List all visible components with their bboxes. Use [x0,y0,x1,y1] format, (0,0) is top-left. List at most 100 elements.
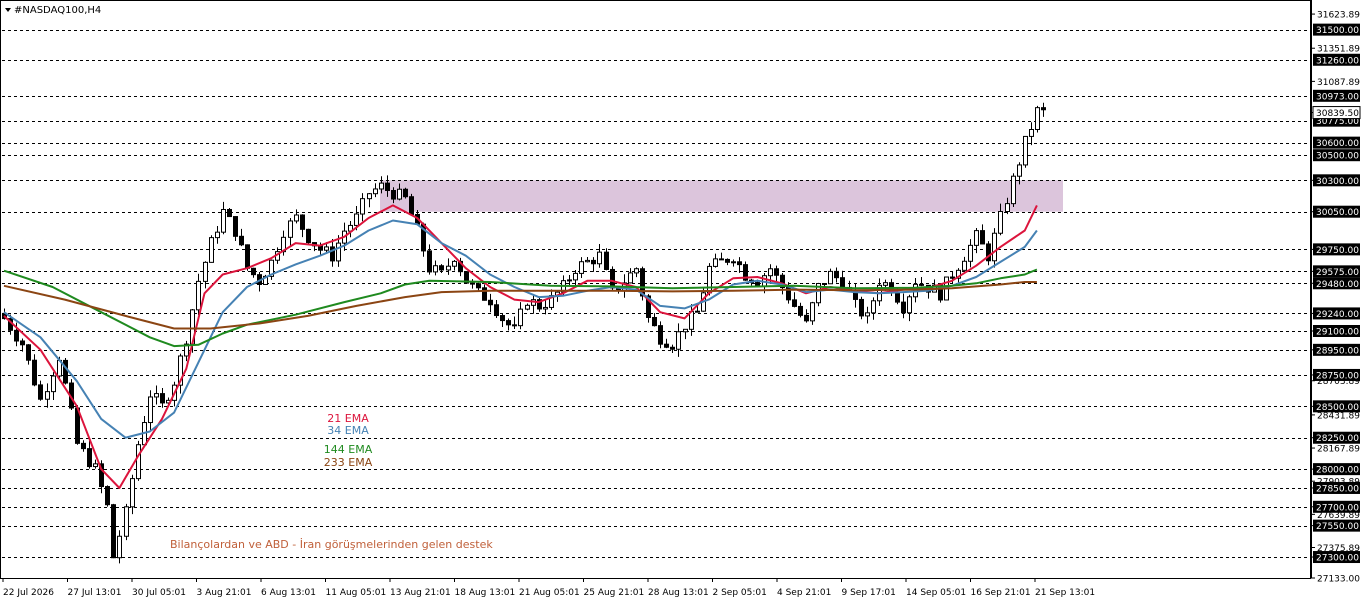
level-tag-13: 28950.00 [1316,346,1359,356]
level-tag-4: 30600.00 [1316,139,1359,149]
candle-body-86 [525,304,530,310]
price-tick-label-2: 31087.89 [1317,78,1360,88]
candle-body-137 [834,270,839,279]
candle-body-58 [354,213,359,226]
candle-body-133 [810,302,815,322]
candle-body-17 [105,486,110,506]
candle-body-47 [288,220,293,238]
candle-body-104 [634,268,639,274]
level-tag-8: 29750.00 [1316,246,1359,256]
candle-body-159 [968,244,973,262]
candle-body-112 [683,328,688,333]
candle-body-18 [111,504,116,559]
level-tag-10: 29480.00 [1316,280,1359,290]
candle-body-21 [130,478,135,508]
candle-body-169 [1029,129,1034,137]
candle-body-100 [610,268,615,289]
time-tick-label-4: 6 Aug 13:01 [261,588,316,598]
level-tag-15: 28500.00 [1316,403,1359,413]
candle-body-78 [476,283,481,289]
candle-body-62 [379,182,384,190]
candle-body-10 [63,359,68,384]
candle-body-67 [409,196,414,215]
candle-body-83 [506,320,511,326]
candle-body-130 [792,299,797,307]
candle-body-107 [652,316,657,327]
chart-annotation: Bilançolardan ve ABD - İran görüşmelerin… [170,538,493,551]
time-tick-label-8: 21 Aug 05:01 [519,588,580,598]
candle-body-64 [391,190,396,200]
candle-body-33 [203,261,208,282]
candle-body-15 [93,463,98,468]
candle-body-39 [239,235,244,246]
candle-body-41 [251,267,256,276]
candle-body-63 [385,182,390,192]
candle-body-158 [962,260,967,271]
candle-body-127 [774,268,779,276]
level-tag-21: 27300.00 [1316,554,1359,564]
level-tag-17: 28000.00 [1316,466,1359,476]
resistance-zone-rect [380,180,1063,212]
candle-body-145 [883,282,888,286]
level-tag-9: 29575.00 [1316,268,1359,278]
candle-body-79 [482,287,487,301]
time-tick-label-12: 4 Sep 21:01 [777,588,831,598]
candle-body-40 [245,244,250,269]
price-chart[interactable]: 31623.89 31351.89 31087.89 30839.50 30300.00… [0,0,1362,603]
candle-body-109 [664,343,669,348]
level-tag-2: 30973.00 [1316,92,1359,102]
candle-body-142 [865,312,870,317]
legend-ema233: 233 EMA [324,456,373,469]
price-tick-label-17: 28167.89 [1317,445,1360,455]
current-price-tag: 30839.50 [1316,109,1359,119]
candle-body-160 [974,230,979,246]
chart-window[interactable]: 31623.89 31351.89 31087.89 30839.50 30300.00… [0,0,1362,603]
level-tag-11: 29240.00 [1316,310,1359,320]
candle-body-97 [591,259,596,265]
candle-body-8 [51,375,56,393]
candle-body-4 [26,344,31,361]
level-tag-20: 27550.00 [1316,522,1359,532]
candle-body-36 [221,208,226,233]
candle-body-147 [895,292,900,303]
candle-body-141 [859,298,864,317]
level-tag-6: 30300.00 [1316,177,1359,187]
time-tick-label-6: 13 Aug 21:01 [390,588,451,598]
candle-body-19 [117,535,122,559]
candle-body-38 [233,216,238,237]
candle-body-2 [14,329,19,342]
candle-body-74 [452,260,457,267]
candle-body-34 [209,237,214,263]
candle-body-131 [798,305,803,316]
candle-body-98 [597,251,602,265]
candle-body-82 [500,315,505,322]
candle-body-59 [360,198,365,215]
candle-body-81 [494,304,499,317]
candle-body-77 [470,282,475,285]
candle-body-120 [731,261,736,264]
time-tick-label-9: 25 Aug 21:01 [584,588,645,598]
candle-body-60 [367,193,372,200]
candle-body-121 [737,261,742,266]
candle-body-126 [768,268,773,277]
candle-body-96 [585,259,590,263]
candle-body-37 [227,208,232,218]
candle-body-164 [998,211,1003,234]
time-tick-label-1: 27 Jul 13:01 [68,588,122,598]
candle-body-14 [87,448,92,468]
candle-body-71 [433,265,438,273]
candle-body-156 [950,276,955,279]
price-tick-label-0: 31623.89 [1317,11,1360,21]
candle-body-85 [518,308,523,327]
price-tick-label-26: 27133.00 [1317,575,1360,585]
candle-body-55 [336,242,341,262]
candle-body-20 [124,506,129,537]
candle-body-165 [1005,203,1010,213]
candle-body-119 [725,258,730,263]
candle-body-171 [1041,107,1046,111]
symbol-title: #NASDAQ100,H4 [14,5,101,16]
candle-body-35 [215,231,220,239]
candle-body-111 [676,331,681,350]
candle-body-25 [154,393,159,398]
candle-body-5 [32,359,37,386]
